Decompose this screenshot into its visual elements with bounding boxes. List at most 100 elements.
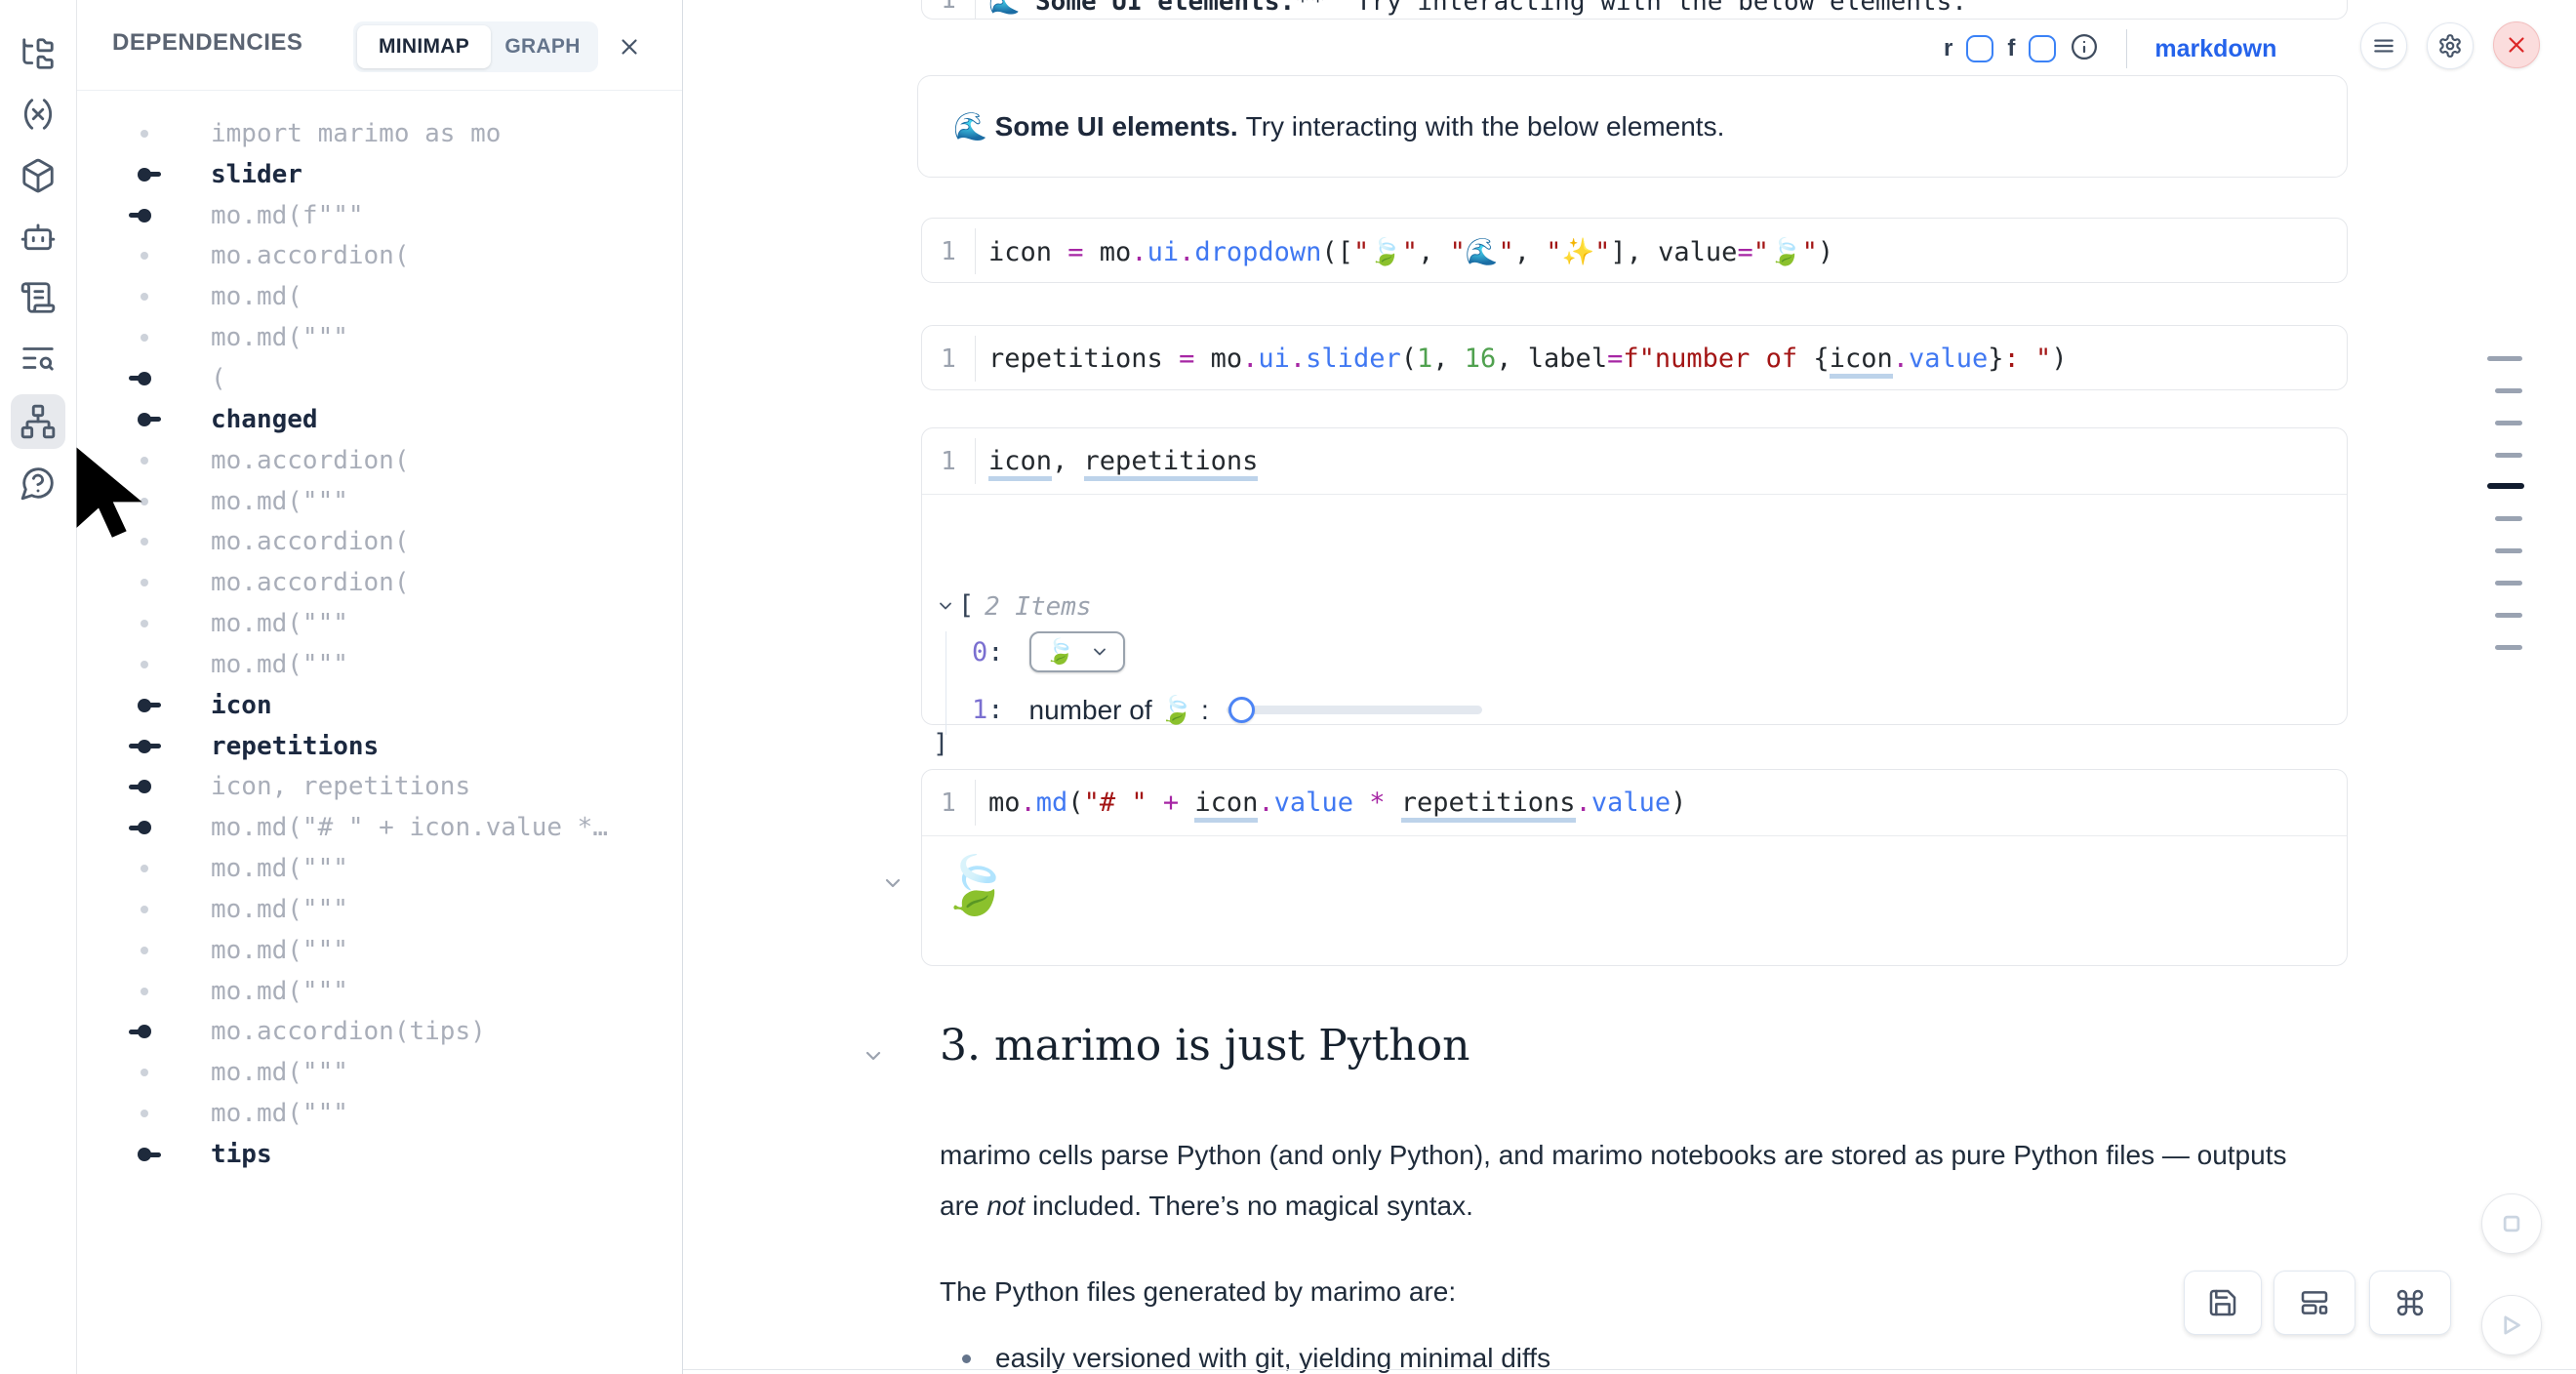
- minimap-item[interactable]: mo.md(""": [77, 1093, 682, 1134]
- minimap-item[interactable]: mo.md(""": [77, 1052, 682, 1093]
- code-line[interactable]: icon = mo.ui.dropdown(["🍃", "🌊", "✨"], v…: [975, 236, 1833, 267]
- variables-icon[interactable]: [11, 87, 65, 141]
- run-button[interactable]: [2481, 1295, 2542, 1355]
- section-paragraph: marimo cells parse Python (and only Pyth…: [940, 1130, 2317, 1232]
- minimap-item[interactable]: mo.md(""": [77, 889, 682, 930]
- ai-bot-icon[interactable]: [11, 209, 65, 263]
- code-cell-tuple[interactable]: 1 icon, repetitions [ 2 Items 0: 🍃: [921, 427, 2348, 725]
- save-button[interactable]: [2184, 1271, 2262, 1335]
- cell-indicator-dash[interactable]: [2487, 356, 2522, 361]
- minimap-item-label: mo.accordion(: [211, 527, 410, 556]
- minimap-item[interactable]: mo.md(""": [77, 971, 682, 1012]
- cell-indicator-dash[interactable]: [2487, 483, 2524, 489]
- code-cell-md-result[interactable]: 1 mo.md("# " + icon.value * repetitions.…: [921, 769, 2348, 966]
- minimap-item-label: icon, repetitions: [211, 772, 470, 801]
- code-token: ): [1818, 237, 1833, 267]
- minimap-item-label: repetitions: [211, 732, 379, 761]
- minimap-item[interactable]: mo.accordion(: [77, 562, 682, 603]
- code-line[interactable]: icon, repetitions: [975, 446, 1258, 476]
- package-icon[interactable]: [11, 148, 65, 203]
- code-line[interactable]: repetitions = mo.ui.slider(1, 16, label=…: [975, 344, 2068, 374]
- info-icon[interactable]: [2070, 32, 2099, 66]
- cell-indicator-dash[interactable]: [2495, 453, 2522, 458]
- minimap-item[interactable]: mo.md(: [77, 276, 682, 317]
- code-token: .: [1258, 788, 1273, 818]
- collapse-section-icon[interactable]: [862, 1044, 885, 1068]
- code-token: repetitions: [988, 344, 1179, 374]
- code-cell-repetitions[interactable]: 1 repetitions = mo.ui.slider(1, 16, labe…: [921, 325, 2348, 390]
- cell-indicator-dash[interactable]: [2495, 581, 2522, 586]
- code-token: icon: [1194, 788, 1258, 823]
- settings-button[interactable]: [2427, 22, 2474, 69]
- array-item-1: 1: number of 🍃 :: [972, 688, 1482, 731]
- tab-minimap[interactable]: MINIMAP: [357, 25, 491, 68]
- code-token: ([: [1321, 237, 1353, 267]
- minimap-item[interactable]: mo.md(""": [77, 930, 682, 971]
- markdown-output-bold: 🌊 Some UI elements.: [953, 110, 1238, 142]
- cell-indicator-dash[interactable]: [2495, 613, 2522, 618]
- minimap-item[interactable]: tips: [77, 1134, 682, 1175]
- tab-graph[interactable]: GRAPH: [491, 25, 594, 68]
- snippet-search-icon[interactable]: [11, 331, 65, 385]
- cell-language-button[interactable]: markdown: [2154, 35, 2276, 63]
- shortcuts-button[interactable]: [2369, 1271, 2451, 1335]
- leaf-emoji: 🍃: [940, 858, 1010, 914]
- minimap-item[interactable]: import marimo as mo: [77, 113, 682, 154]
- code-line[interactable]: mo.md("# " + icon.value * repetitions.va…: [975, 788, 1686, 818]
- gutter-divider: [975, 228, 976, 274]
- minimap-item[interactable]: mo.accordion(: [77, 236, 682, 277]
- line-number: 1: [922, 447, 975, 476]
- minimap-item[interactable]: mo.md(""": [77, 317, 682, 358]
- help-icon[interactable]: [11, 456, 65, 510]
- line-number: 1: [922, 237, 975, 266]
- code-token: icon: [988, 237, 1067, 267]
- cell-indicator-dash[interactable]: [2495, 388, 2522, 393]
- minimap-item[interactable]: mo.md(""": [77, 644, 682, 685]
- code-token: ui: [1147, 237, 1180, 267]
- minimap-item[interactable]: mo.md("# " + icon.value *…: [77, 807, 682, 848]
- minimap-item[interactable]: mo.md(f""": [77, 195, 682, 236]
- code-token: "# ": [1084, 788, 1147, 818]
- repetitions-slider[interactable]: [1227, 688, 1482, 731]
- stop-button[interactable]: [2481, 1193, 2542, 1254]
- minimap-item[interactable]: repetitions: [77, 726, 682, 767]
- cell-indicator-dash[interactable]: [2495, 645, 2522, 650]
- minimap-item[interactable]: mo.md(""": [77, 848, 682, 889]
- collapse-output-icon[interactable]: [881, 871, 905, 895]
- cell-indicator-dash[interactable]: [2495, 548, 2522, 553]
- code-token: ): [2051, 344, 2067, 374]
- markdown-editor-cell[interactable]: 1 🌊 Some UI elements.** Try interacting …: [921, 0, 2348, 20]
- close-panel-button[interactable]: [610, 27, 649, 66]
- layout-button[interactable]: [2274, 1271, 2355, 1335]
- cell-indicator-dash[interactable]: [2495, 516, 2522, 521]
- minimap-item-label: mo.md(""": [211, 1099, 348, 1128]
- minimap-marker: [120, 113, 169, 154]
- mouse-cursor: [70, 441, 172, 543]
- minimap-item[interactable]: icon: [77, 685, 682, 726]
- marimo-app: DEPENDENCIES MINIMAP GRAPH import marimo…: [0, 0, 2576, 1374]
- scroll-icon[interactable]: [11, 270, 65, 325]
- icon-dropdown[interactable]: 🍃: [1029, 631, 1125, 672]
- menu-button[interactable]: [2360, 22, 2407, 69]
- cell-indicator-dash[interactable]: [2495, 421, 2522, 425]
- minimap-item[interactable]: (: [77, 358, 682, 399]
- slider-track[interactable]: [1227, 706, 1482, 714]
- minimap-item[interactable]: mo.md(""": [77, 603, 682, 644]
- colon: :: [987, 695, 1003, 725]
- minimap-item[interactable]: slider: [77, 154, 682, 195]
- shutdown-button[interactable]: [2493, 21, 2540, 68]
- minimap-item-label: mo.md(""": [211, 323, 348, 352]
- file-tree-icon[interactable]: [11, 26, 65, 81]
- reactive-checkbox[interactable]: [1966, 35, 1993, 62]
- code-cell-icon[interactable]: 1 icon = mo.ui.dropdown(["🍃", "🌊", "✨"],…: [921, 218, 2348, 283]
- collapse-array-icon[interactable]: [936, 596, 955, 616]
- dependencies-icon[interactable]: [11, 394, 65, 449]
- minimap-item[interactable]: changed: [77, 399, 682, 440]
- minimap-item[interactable]: mo.accordion(tips): [77, 1012, 682, 1053]
- slider-knob[interactable]: [1228, 697, 1255, 723]
- format-checkbox[interactable]: [2029, 35, 2056, 62]
- colon: :: [987, 637, 1003, 667]
- dropdown-value: 🍃: [1045, 638, 1075, 667]
- minimap-item-label: mo.md(""": [211, 1058, 348, 1087]
- minimap-item[interactable]: icon, repetitions: [77, 767, 682, 808]
